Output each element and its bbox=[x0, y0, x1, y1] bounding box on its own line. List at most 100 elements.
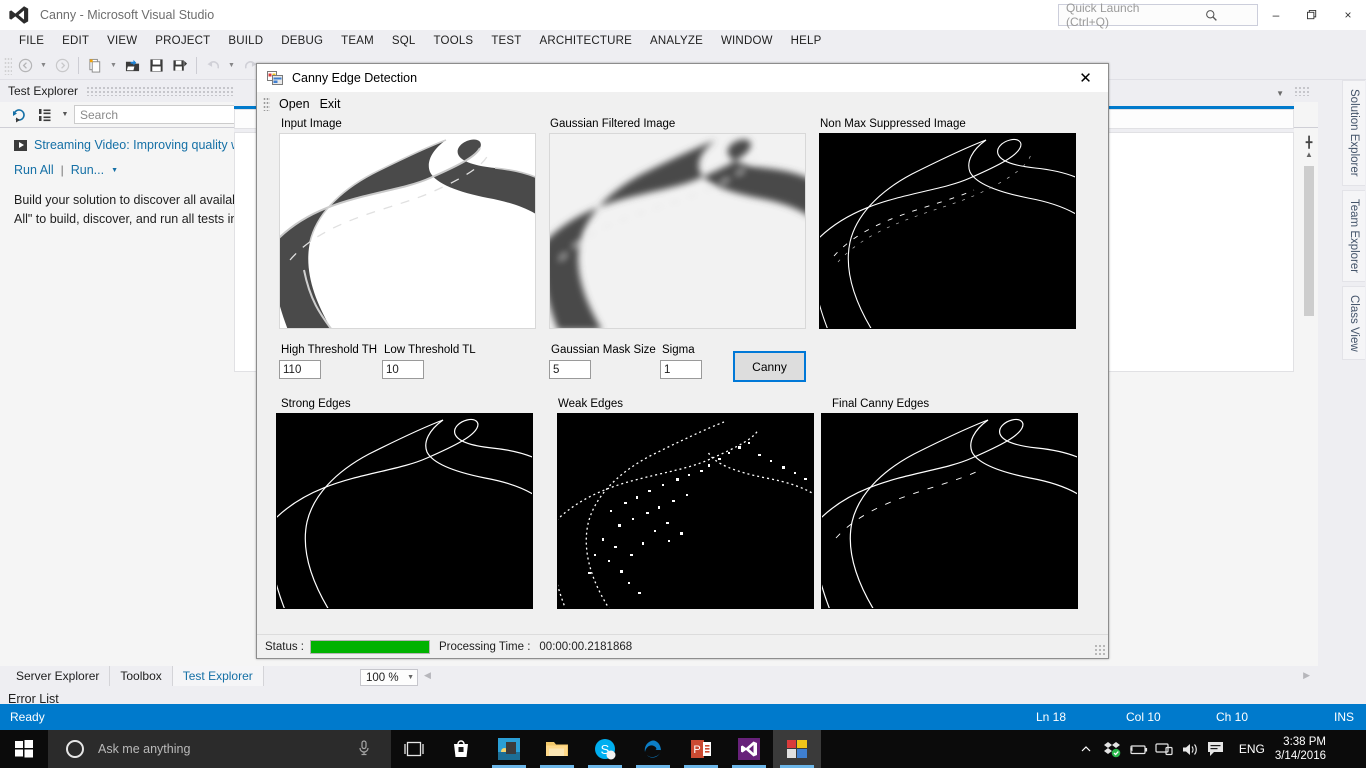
picture-box-weak-edges[interactable] bbox=[557, 413, 814, 609]
scroll-left-icon[interactable]: ◀ bbox=[424, 670, 431, 681]
cortana-search-box[interactable]: Ask me anything bbox=[48, 730, 391, 768]
menu-grip[interactable] bbox=[263, 97, 270, 111]
sidebar-item-team-explorer[interactable]: Team Explorer bbox=[1342, 189, 1365, 282]
new-project-icon[interactable] bbox=[84, 55, 106, 77]
editor-vertical-scrollbar[interactable]: ▲ bbox=[1303, 150, 1316, 340]
group-by-icon[interactable] bbox=[34, 105, 56, 125]
picture-box-strong-edges[interactable] bbox=[276, 413, 533, 609]
input-gaussian-mask-size[interactable]: 5 bbox=[549, 360, 591, 379]
taskbar-file-explorer-icon[interactable] bbox=[533, 730, 581, 768]
picture-box-final-canny-edges[interactable] bbox=[821, 413, 1078, 609]
chevron-down-icon[interactable]: ▼ bbox=[60, 111, 70, 118]
menu-item-debug[interactable]: DEBUG bbox=[272, 33, 332, 49]
chevron-down-icon[interactable]: ▼ bbox=[407, 674, 414, 681]
visual-studio-logo-icon bbox=[6, 2, 32, 28]
toolbar-grip[interactable] bbox=[4, 56, 12, 75]
scrollbar-thumb[interactable] bbox=[1304, 166, 1314, 316]
microphone-icon[interactable] bbox=[357, 739, 371, 759]
input-high-threshold[interactable]: 110 bbox=[279, 360, 321, 379]
chevron-down-icon[interactable]: ▼ bbox=[108, 55, 119, 77]
input-sigma[interactable]: 1 bbox=[660, 360, 702, 379]
menu-item-help[interactable]: HELP bbox=[782, 33, 831, 49]
picture-box-input-image[interactable] bbox=[279, 133, 536, 329]
taskbar-visual-studio-icon[interactable] bbox=[725, 730, 773, 768]
resize-grip[interactable] bbox=[1094, 644, 1106, 656]
test-search-input[interactable]: Search bbox=[74, 105, 246, 124]
chevron-down-icon[interactable]: ▼ bbox=[226, 55, 237, 77]
run-link[interactable]: Run... bbox=[71, 163, 104, 177]
close-button[interactable]: × bbox=[1330, 0, 1366, 30]
cortana-placeholder: Ask me anything bbox=[98, 742, 191, 756]
label-sigma: Sigma bbox=[662, 344, 695, 356]
start-button-icon[interactable] bbox=[0, 730, 48, 768]
menu-item-view[interactable]: VIEW bbox=[98, 33, 146, 49]
taskbar-canny-app-icon[interactable] bbox=[773, 730, 821, 768]
vs-menu-bar: FILE EDIT VIEW PROJECT BUILD DEBUG TEAM … bbox=[0, 30, 1366, 52]
search-icon[interactable] bbox=[1158, 5, 1257, 25]
chevron-down-icon[interactable]: ▼ bbox=[38, 55, 49, 77]
save-all-icon[interactable] bbox=[169, 55, 191, 77]
label-high-threshold: High Threshold TH bbox=[281, 344, 378, 356]
menu-item-open[interactable]: Open bbox=[274, 95, 315, 113]
show-desktop-button[interactable] bbox=[1338, 730, 1366, 768]
scroll-right-icon[interactable]: ▶ bbox=[1303, 670, 1310, 681]
dock-tab-toolbox[interactable]: Toolbox bbox=[110, 666, 173, 686]
action-center-icon[interactable] bbox=[1203, 730, 1229, 768]
network-icon[interactable] bbox=[1151, 730, 1177, 768]
error-list-label[interactable]: Error List bbox=[0, 686, 1366, 706]
menu-item-analyze[interactable]: ANALYZE bbox=[641, 33, 712, 49]
menu-item-edit[interactable]: EDIT bbox=[53, 33, 98, 49]
save-icon[interactable] bbox=[145, 55, 167, 77]
taskbar-edge-icon[interactable] bbox=[629, 730, 677, 768]
open-file-icon[interactable] bbox=[121, 55, 143, 77]
taskbar-photos-icon[interactable] bbox=[485, 730, 533, 768]
input-low-threshold[interactable]: 10 bbox=[382, 360, 424, 379]
battery-icon[interactable] bbox=[1125, 730, 1151, 768]
streaming-video-link[interactable]: Streaming Video: Improving quality with … bbox=[34, 138, 264, 152]
task-view-icon[interactable] bbox=[391, 730, 437, 768]
menu-item-project[interactable]: PROJECT bbox=[146, 33, 219, 49]
show-hidden-icons-icon[interactable] bbox=[1073, 730, 1099, 768]
taskbar-store-icon[interactable] bbox=[437, 730, 485, 768]
menu-item-architecture[interactable]: ARCHITECTURE bbox=[531, 33, 642, 49]
minimize-button[interactable]: – bbox=[1258, 0, 1294, 30]
sidebar-item-class-view[interactable]: Class View bbox=[1342, 285, 1365, 361]
clock[interactable]: 3:38 PM 3/14/2016 bbox=[1275, 735, 1338, 763]
dock-tab-server-explorer[interactable]: Server Explorer bbox=[6, 666, 111, 686]
menu-item-team[interactable]: TEAM bbox=[332, 33, 383, 49]
scroll-up-icon[interactable]: ▲ bbox=[1305, 150, 1313, 159]
dock-tab-test-explorer[interactable]: Test Explorer bbox=[172, 666, 264, 686]
menu-item-exit[interactable]: Exit bbox=[315, 95, 346, 113]
menu-item-build[interactable]: BUILD bbox=[219, 33, 272, 49]
quick-launch-box[interactable]: Quick Launch (Ctrl+Q) bbox=[1058, 1, 1258, 29]
canny-run-button[interactable]: Canny bbox=[733, 351, 806, 382]
undo-icon[interactable] bbox=[202, 55, 224, 77]
dialog-surface: Input Image Gaussian Filtered Image Non … bbox=[257, 115, 1108, 634]
zoom-level-dropdown[interactable]: 100 % ▼ bbox=[360, 669, 418, 686]
run-tests-icon[interactable] bbox=[8, 105, 30, 125]
sidebar-item-solution-explorer[interactable]: Solution Explorer bbox=[1342, 80, 1365, 186]
chevron-down-icon[interactable]: ▼ bbox=[111, 167, 118, 174]
menu-item-sql[interactable]: SQL bbox=[383, 33, 425, 49]
taskbar-powerpoint-icon[interactable]: P bbox=[677, 730, 725, 768]
label-final-canny-edges: Final Canny Edges bbox=[832, 398, 930, 410]
menu-item-window[interactable]: WINDOW bbox=[712, 33, 782, 49]
split-view-icon[interactable]: ╋ bbox=[1302, 136, 1316, 149]
navigate-back-icon[interactable] bbox=[14, 55, 36, 77]
menu-item-file[interactable]: FILE bbox=[10, 33, 53, 49]
chevron-down-icon[interactable]: ▼ bbox=[1276, 89, 1284, 98]
restore-button[interactable] bbox=[1294, 0, 1330, 30]
run-all-link[interactable]: Run All bbox=[14, 163, 54, 177]
dialog-close-button[interactable]: ✕ bbox=[1063, 64, 1108, 93]
volume-icon[interactable] bbox=[1177, 730, 1203, 768]
picture-box-gaussian-filtered-image[interactable] bbox=[549, 133, 806, 329]
dropbox-sync-icon[interactable] bbox=[1099, 730, 1125, 768]
taskbar-skype-icon[interactable]: S bbox=[581, 730, 629, 768]
canny-edge-detection-dialog: Canny Edge Detection ✕ Open Exit Input I… bbox=[256, 63, 1109, 659]
navigate-forward-icon[interactable] bbox=[51, 55, 73, 77]
windows-form-icon bbox=[267, 70, 283, 86]
language-indicator[interactable]: ENG bbox=[1229, 742, 1275, 756]
menu-item-test[interactable]: TEST bbox=[482, 33, 530, 49]
picture-box-non-max-suppressed-image[interactable] bbox=[819, 133, 1076, 329]
menu-item-tools[interactable]: TOOLS bbox=[425, 33, 483, 49]
